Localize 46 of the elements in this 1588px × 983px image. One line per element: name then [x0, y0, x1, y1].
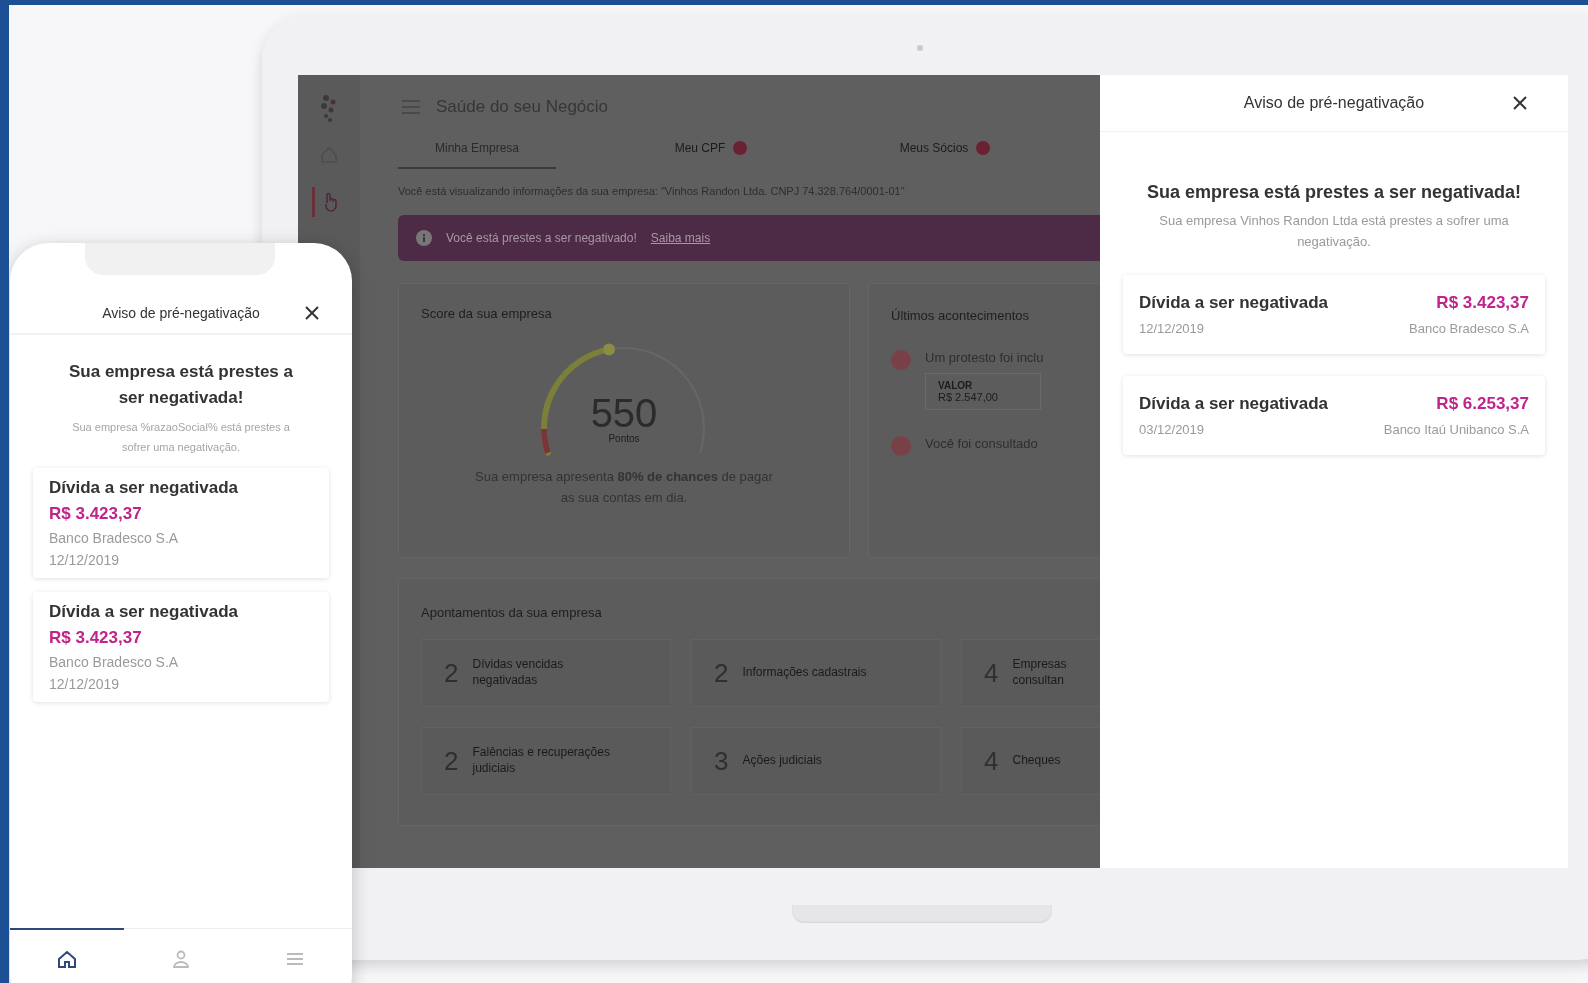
tile-label: Cheques	[1012, 753, 1062, 769]
tile-label: Empresas consultan	[1012, 657, 1068, 689]
debt-amount: R$ 3.423,37	[49, 503, 143, 524]
debt-title: Dívida a ser negativada	[1139, 393, 1328, 414]
debt-date: 12/12/2019	[49, 551, 121, 568]
debt-title: Dívida a ser negativada	[49, 601, 239, 622]
close-icon[interactable]	[304, 305, 320, 321]
value-amount: R$ 2.547,00	[938, 391, 999, 403]
banner-text: Você está prestes a ser negativado!	[446, 231, 637, 245]
debt-title: Dívida a ser negativada	[1139, 292, 1328, 313]
debt-amount: R$ 3.423,37	[1436, 292, 1529, 313]
drawer-title: Aviso de pré-negativação	[1243, 94, 1425, 112]
debt-amount: R$ 3.423,37	[49, 627, 143, 648]
bank-name: Banco Bradesco S.A	[49, 529, 180, 546]
card-title: Últimos acontecimentos	[891, 308, 1029, 323]
drawer-title: Aviso de pré-negativação	[102, 305, 260, 321]
warning-heading: Sua empresa está prestes a ser negativada!	[1146, 182, 1522, 203]
debt-title: Dívida a ser negativada	[49, 477, 239, 498]
tab[interactable]: Meu CPF	[632, 141, 790, 169]
score-unit: Pontos	[608, 433, 640, 444]
warning-text: Sua empresa %razaoSocial% está prestes a sofrer uma negativação.	[71, 420, 291, 455]
close-icon[interactable]	[1512, 95, 1528, 111]
tile-label: Informações cadastrais	[742, 665, 868, 681]
debt-date: 12/12/2019	[49, 675, 121, 692]
debt-date: 12/12/2019	[1139, 320, 1205, 336]
debt-amount: R$ 6.253,37	[1436, 393, 1529, 414]
tile-label: Ações judiciais	[742, 753, 823, 769]
card-title: Apontamentos da sua empresa	[421, 605, 602, 620]
warning-text: Sua empresa Vinhos Randon Ltda está prestes a sofrer uma negativação.	[1158, 212, 1510, 251]
debt-date: 03/12/2019	[1139, 421, 1205, 437]
home-icon	[56, 948, 78, 969]
info-icon	[416, 230, 432, 246]
bank-name: Banco Bradesco S.A	[49, 653, 180, 670]
value-label: VALOR	[938, 380, 974, 391]
tile-label: Dívidas vencidas negativadas	[472, 657, 565, 689]
bank-name: Banco Bradesco S.A	[1409, 320, 1529, 336]
card-title: Score da sua empresa	[421, 306, 552, 321]
profile-icon	[170, 948, 192, 969]
tab[interactable]: Meus Sócios	[866, 141, 1024, 169]
learn-more-link[interactable]: Saiba mais	[650, 231, 711, 245]
tile-label: Falências e recuperações judiciais	[472, 745, 611, 777]
event-dot-icon	[891, 436, 911, 456]
camera-icon	[917, 45, 923, 51]
bank-name: Banco Itaú Unibanco S.A	[1383, 421, 1529, 437]
warning-heading: Sua empresa está prestes a ser negativada!	[68, 361, 294, 409]
event-dot-icon	[891, 350, 911, 370]
